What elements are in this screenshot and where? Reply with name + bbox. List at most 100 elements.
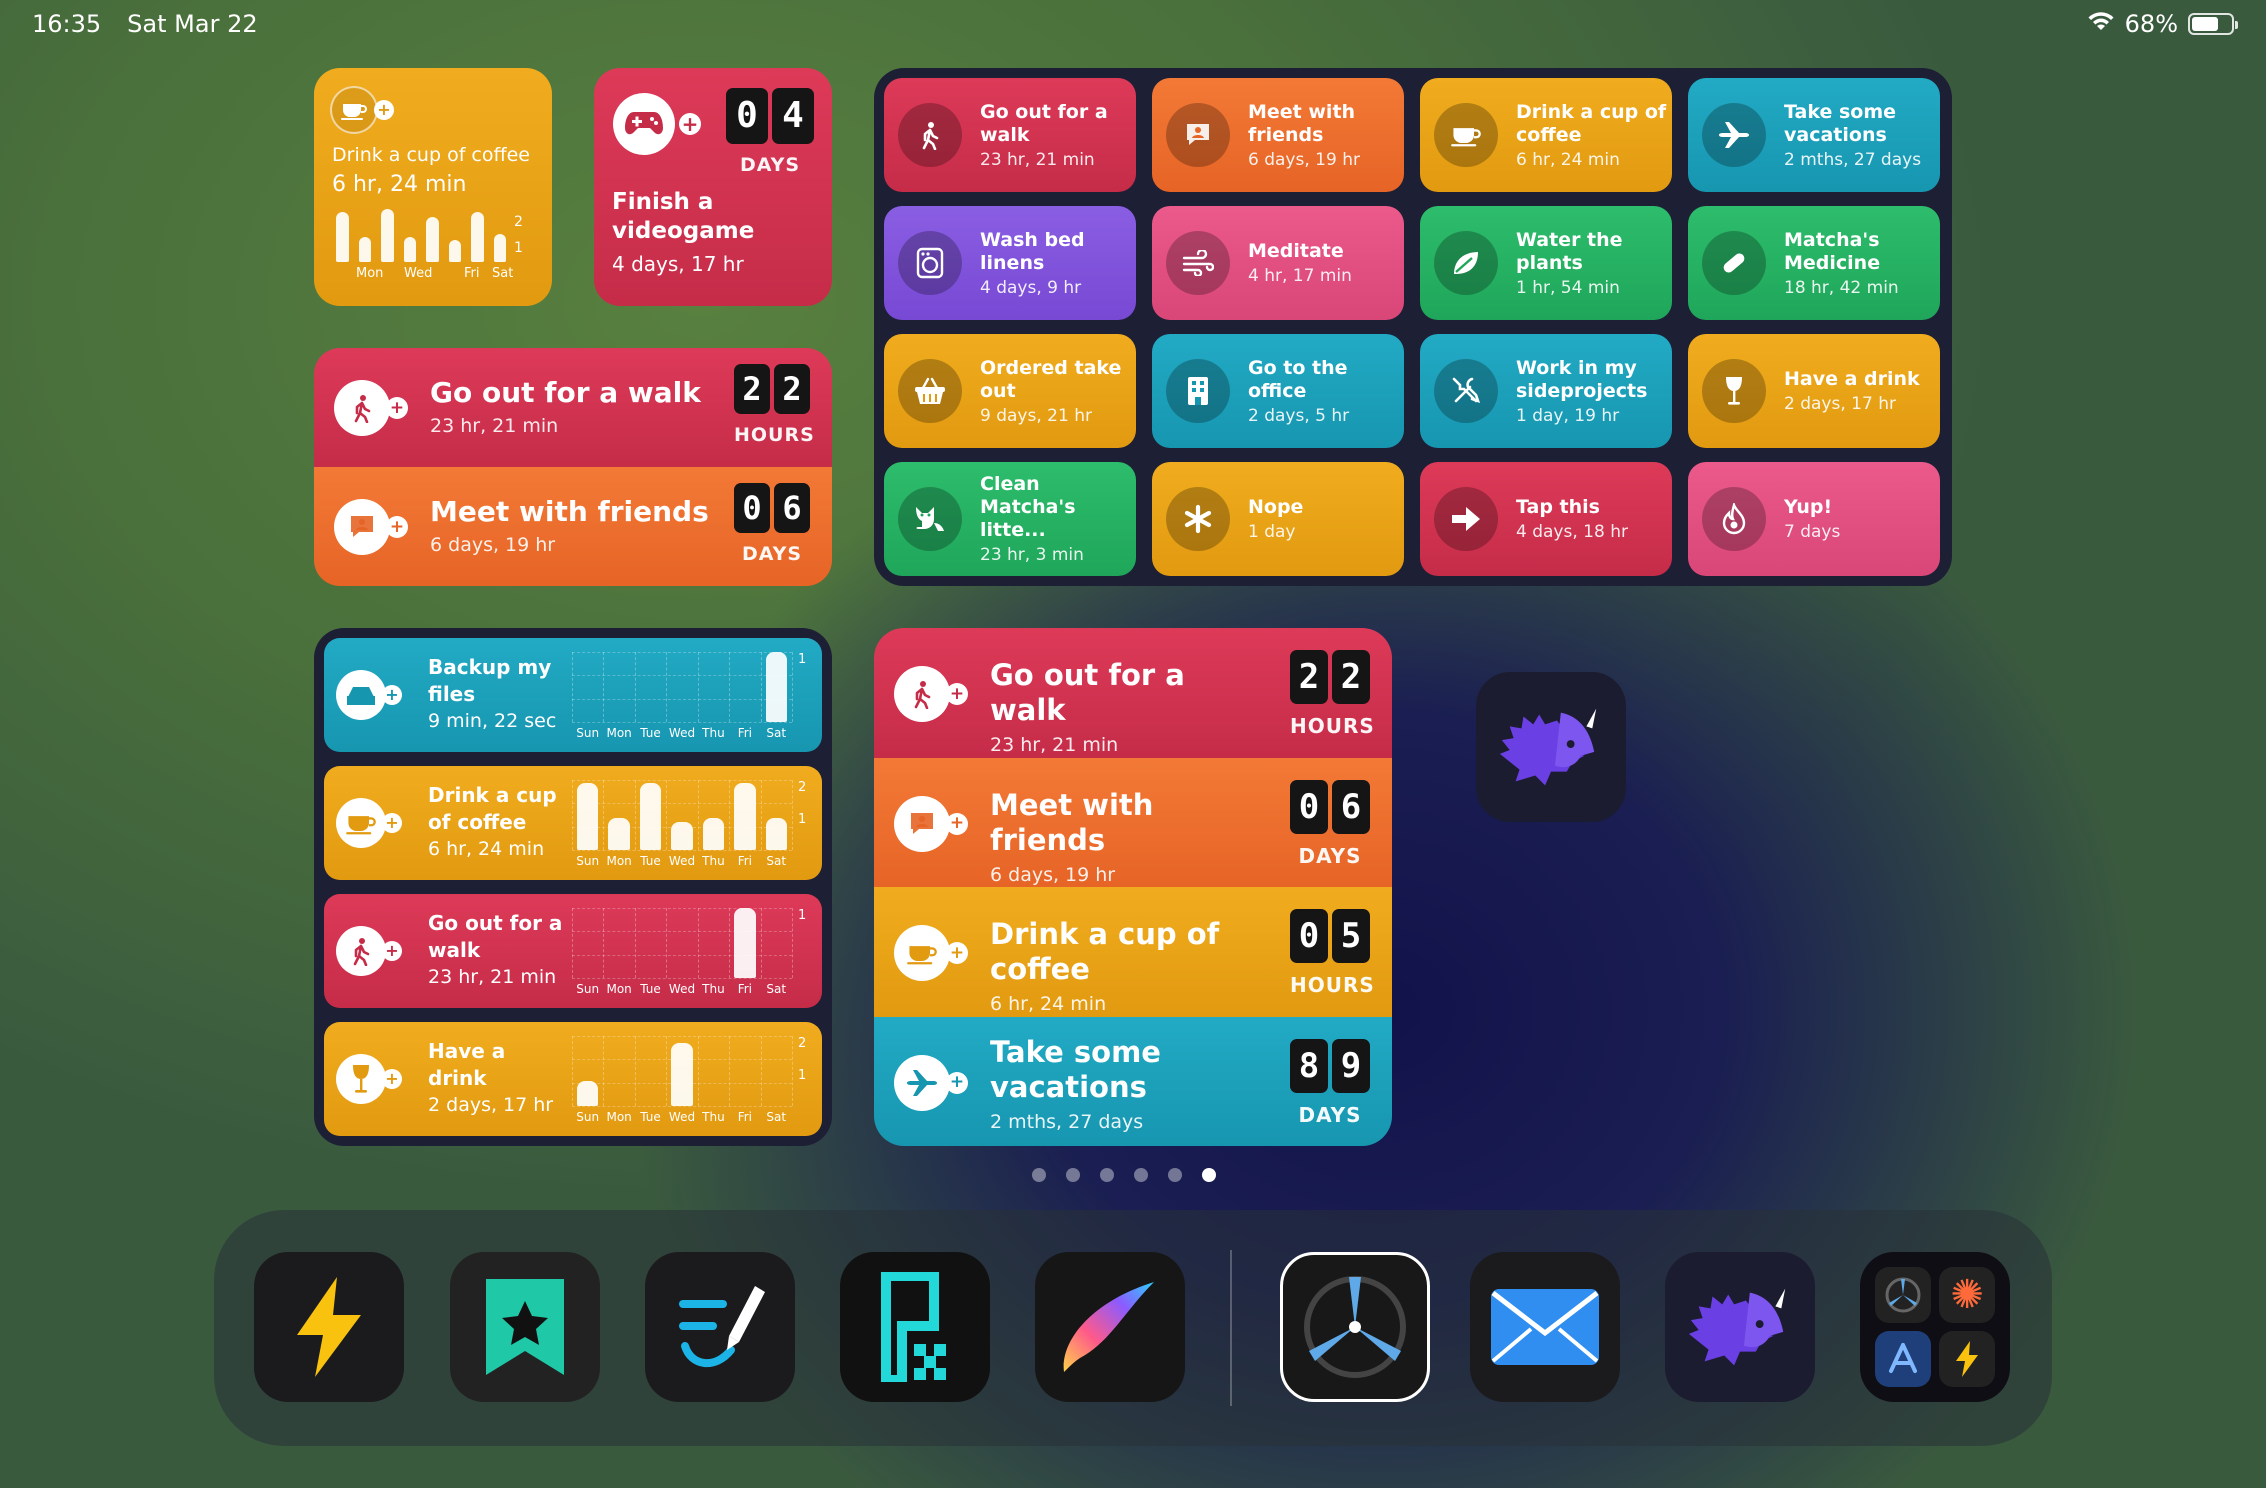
tracker-tile[interactable]: Matcha's Medicine 18 hr, 42 min <box>1688 206 1940 320</box>
add-icon[interactable]: + <box>946 812 968 835</box>
page-dot[interactable] <box>1066 1168 1080 1182</box>
battery-icon <box>2188 13 2238 35</box>
add-icon[interactable]: + <box>374 100 394 120</box>
add-icon[interactable]: + <box>679 113 701 135</box>
tile-title: Clean Matcha's litte... <box>980 473 1076 541</box>
tracker-tile[interactable]: Meet with friends 6 days, 19 hr <box>1152 78 1404 192</box>
add-icon[interactable]: + <box>946 683 968 705</box>
tracker-tile[interactable]: Have a drink 2 days, 17 hr <box>1688 334 1940 448</box>
flip-counter: 06 <box>1290 779 1370 834</box>
tracker-tile[interactable]: Meditate 4 hr, 17 min <box>1152 206 1404 320</box>
mini-bar-chart <box>336 206 506 262</box>
page-dot[interactable] <box>1202 1168 1216 1182</box>
tracker-row[interactable]: + Meet with friends 6 days, 19 hr 0 6 DAYS <box>874 757 1392 888</box>
axis-label: 2 <box>514 214 523 230</box>
tracker-tile[interactable]: Water the plants 1 hr, 54 min <box>1420 206 1672 320</box>
triceratops-app-icon[interactable] <box>1665 1252 1815 1402</box>
page-dot[interactable] <box>1168 1168 1182 1182</box>
row-elapsed: 6 hr, 24 min <box>428 838 545 860</box>
chart-tracker-row[interactable]: + Drink a cup of coffee 6 hr, 24 min Sun Mon… <box>324 766 822 880</box>
tile-elapsed: 4 days, 18 hr <box>1516 522 1628 542</box>
add-icon[interactable]: + <box>382 813 402 833</box>
axis-label: 1 <box>798 908 807 923</box>
tripsy-mini-icon <box>1875 1267 1931 1323</box>
chart-tracker-row[interactable]: + Backup my files 9 min, 22 sec Sun Mon Tue We… <box>324 638 822 752</box>
tracker-row[interactable]: + Go out for a walk 23 hr, 21 min 2 2 HOURS <box>874 628 1392 758</box>
tracker-row[interactable]: + Meet with friends 6 days, 19 hr 0 6 DAYS <box>314 467 832 586</box>
widget-big-list: + Go out for a walk 23 hr, 21 min 2 2 HOURS + M… <box>874 628 1392 1146</box>
tracker-tile[interactable]: Take some vacations 2 mths, 27 days <box>1688 78 1940 192</box>
chart-bar <box>493 234 506 262</box>
day-label: Wed <box>668 982 696 996</box>
tripsy-app-icon[interactable] <box>1280 1252 1430 1402</box>
tracker-tile[interactable]: Go out for a walk 23 hr, 21 min <box>884 78 1136 192</box>
tracker-row[interactable]: + Drink a cup of coffee 6 hr, 24 min 0 5 HOUR… <box>874 887 1392 1017</box>
walk-icon <box>894 666 950 722</box>
tracker-tile[interactable]: Work in my sideprojects 1 day, 19 hr <box>1420 334 1672 448</box>
widget-title: Drink a cup of coffee <box>332 144 530 166</box>
widget-coffee-small[interactable]: + Drink a cup of coffee 6 hr, 24 min 2 1… <box>314 68 552 306</box>
widget-title: Finish a videogame <box>612 189 755 244</box>
day-label: Fri <box>737 982 752 996</box>
tracker-tile[interactable]: Wash bed linens 4 days, 9 hr <box>884 206 1136 320</box>
add-icon[interactable]: + <box>386 397 408 419</box>
tracker-tile[interactable]: Tap this 4 days, 18 hr <box>1420 462 1672 576</box>
page-indicator[interactable] <box>1032 1168 1216 1182</box>
tracker-row[interactable]: + Go out for a walk 23 hr, 21 min 2 2 HOURS <box>314 348 832 467</box>
chart-tracker-row[interactable]: + Have a drink 2 days, 17 hr Sun Mon Tue Wed Th… <box>324 1022 822 1136</box>
tracker-tile[interactable]: Ordered take out 9 days, 21 hr <box>884 334 1136 448</box>
add-icon[interactable]: + <box>382 1069 402 1089</box>
chart-bar <box>765 818 787 850</box>
tracker-tile[interactable]: Yup! 7 days <box>1688 462 1940 576</box>
chart-bar <box>403 237 416 262</box>
chart-tracker-row[interactable]: + Go out for a walk 23 hr, 21 min Sun Mon Tue… <box>324 894 822 1008</box>
day-label: Sun <box>576 1110 600 1124</box>
tracker-tile[interactable]: Drink a cup of coffee 6 hr, 24 min <box>1420 78 1672 192</box>
app-folder-icon[interactable]: ✺ <box>1860 1252 2010 1402</box>
add-icon[interactable]: + <box>946 1071 968 1094</box>
triceratops-app-icon[interactable] <box>1476 672 1626 822</box>
counter-unit: DAYS <box>1298 843 1362 868</box>
add-icon[interactable]: + <box>386 516 408 538</box>
tile-elapsed: 2 mths, 27 days <box>1784 149 1922 170</box>
day-label: Mon <box>606 982 632 996</box>
widget-videogame[interactable]: + 0 4 DAYS Finish a videogame 4 days, 17… <box>594 68 832 306</box>
add-icon[interactable]: + <box>382 685 402 705</box>
basket-icon <box>898 359 962 423</box>
day-label: Tue <box>640 854 661 868</box>
wifi-icon <box>2087 10 2115 38</box>
day-label: Mon <box>606 1110 632 1124</box>
day-label: Sat <box>766 726 787 740</box>
tracker-row[interactable]: + Take some vacations 2 mths, 27 days 8 9 DAY… <box>874 1016 1392 1146</box>
tile-title: Go to the office <box>1248 356 1348 402</box>
tracker-tile[interactable]: Clean Matcha's litte... 23 hr, 3 min <box>884 462 1136 576</box>
day-label: Tue <box>640 982 661 996</box>
page-dot[interactable] <box>1134 1168 1148 1182</box>
walk-icon <box>336 926 386 976</box>
bolt-app-icon[interactable] <box>254 1252 404 1402</box>
tracker-tile[interactable]: Go to the office 2 days, 5 hr <box>1152 334 1404 448</box>
add-icon[interactable]: + <box>946 942 968 964</box>
widget-walk-meet: + Go out for a walk 23 hr, 21 min 2 2 HOURS +… <box>314 348 832 586</box>
day-label: Mon <box>606 726 632 740</box>
tile-elapsed: 18 hr, 42 min <box>1784 277 1899 298</box>
procreate-app-icon[interactable] <box>1035 1252 1185 1402</box>
flip-counter: 22 <box>1290 650 1370 704</box>
airplane-icon <box>1702 103 1766 167</box>
tile-title: Water the plants <box>1516 228 1623 274</box>
wind-icon <box>1166 231 1230 295</box>
add-icon[interactable]: + <box>382 941 402 961</box>
tracker-tile[interactable]: Nope 1 day <box>1152 462 1404 576</box>
battery-percent: 68% <box>2124 10 2178 38</box>
mail-app-icon[interactable] <box>1470 1252 1620 1402</box>
row-title: Go out for a walk <box>428 911 563 962</box>
page-dot[interactable] <box>1100 1168 1114 1182</box>
building-icon <box>1166 359 1230 423</box>
qr-app-icon[interactable] <box>840 1252 990 1402</box>
page-dot[interactable] <box>1032 1168 1046 1182</box>
pill-icon <box>1702 231 1766 295</box>
day-label: Fri <box>737 854 752 868</box>
bookmark-star-app-icon[interactable] <box>450 1252 600 1402</box>
counter-unit: DAYS <box>1298 1102 1362 1127</box>
writing-app-icon[interactable] <box>645 1252 795 1402</box>
